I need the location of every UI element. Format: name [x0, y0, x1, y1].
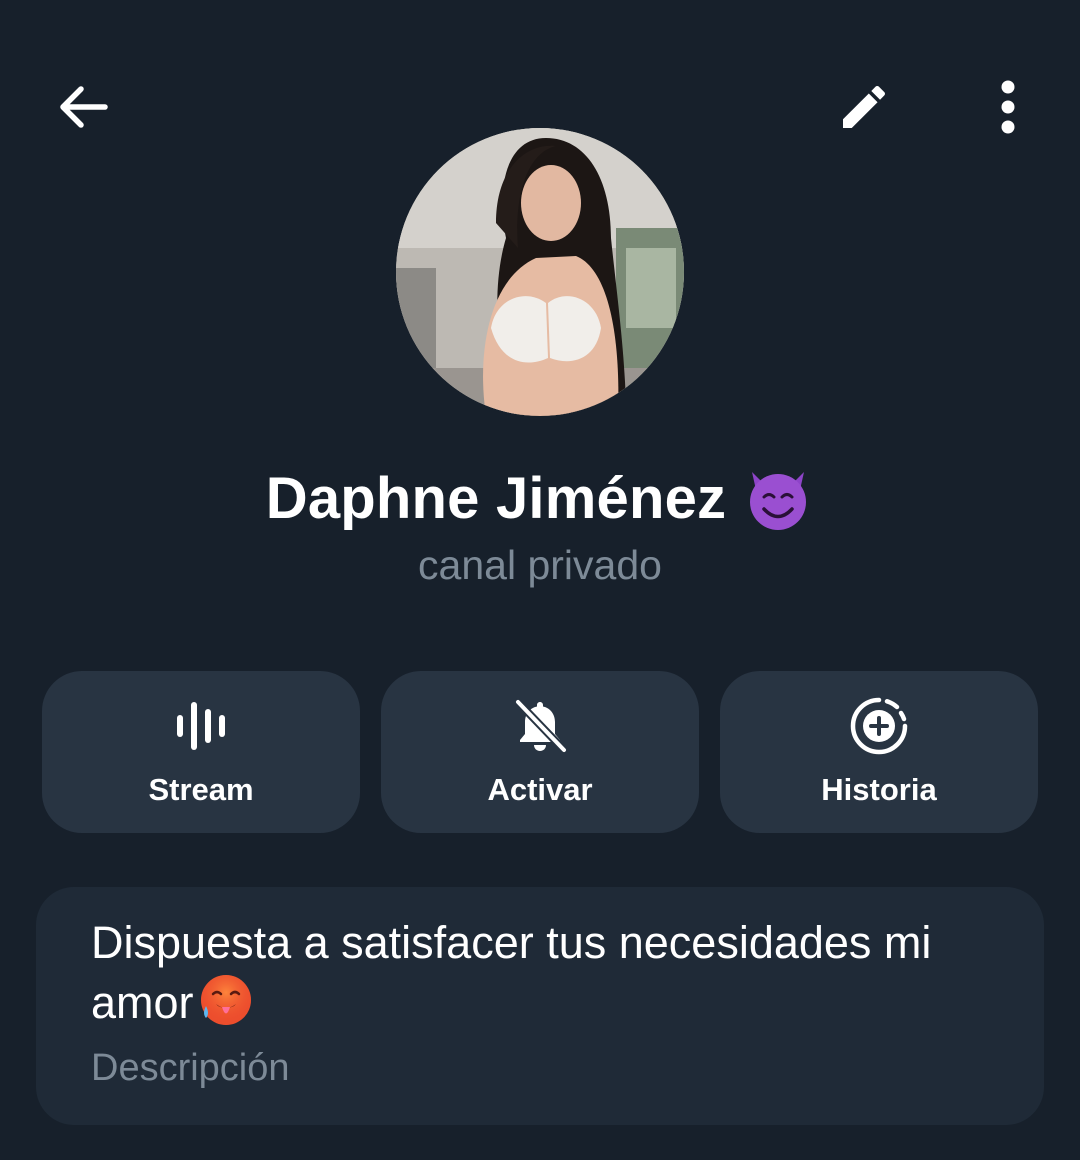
bell-off-icon: [514, 698, 568, 754]
unmute-button[interactable]: Activar: [381, 671, 699, 833]
avatar-photo: [396, 128, 684, 416]
unmute-label: Activar: [487, 772, 593, 807]
smiling-face-with-horns-emoji: [750, 472, 807, 530]
more-vertical-icon: [1001, 80, 1015, 134]
profile-avatar[interactable]: [396, 128, 684, 416]
profile-subtitle: canal privado: [418, 542, 662, 588]
story-add-icon: [850, 697, 908, 755]
profile-name: Daphne Jiménez: [265, 465, 727, 531]
hot-face-emoji: [200, 975, 251, 1025]
description-text-block: Dispuesta a satisfacer tus necesidades m…: [91, 914, 1011, 1032]
back-button[interactable]: [43, 67, 123, 147]
description-label: Descripción: [91, 1047, 290, 1089]
stream-button[interactable]: Stream: [42, 671, 360, 833]
story-label: Historia: [821, 772, 937, 807]
pencil-icon: [843, 85, 886, 128]
edit-button[interactable]: [824, 67, 904, 147]
profile-name-row: Daphne Jiménez: [0, 462, 1080, 534]
voice-chat-icon: [177, 702, 225, 750]
stream-label: Stream: [148, 772, 254, 807]
description-card[interactable]: Dispuesta a satisfacer tus necesidades m…: [36, 887, 1044, 1125]
more-options-button[interactable]: [968, 67, 1048, 147]
arrow-left-icon: [60, 86, 108, 128]
story-button[interactable]: Historia: [720, 671, 1038, 833]
